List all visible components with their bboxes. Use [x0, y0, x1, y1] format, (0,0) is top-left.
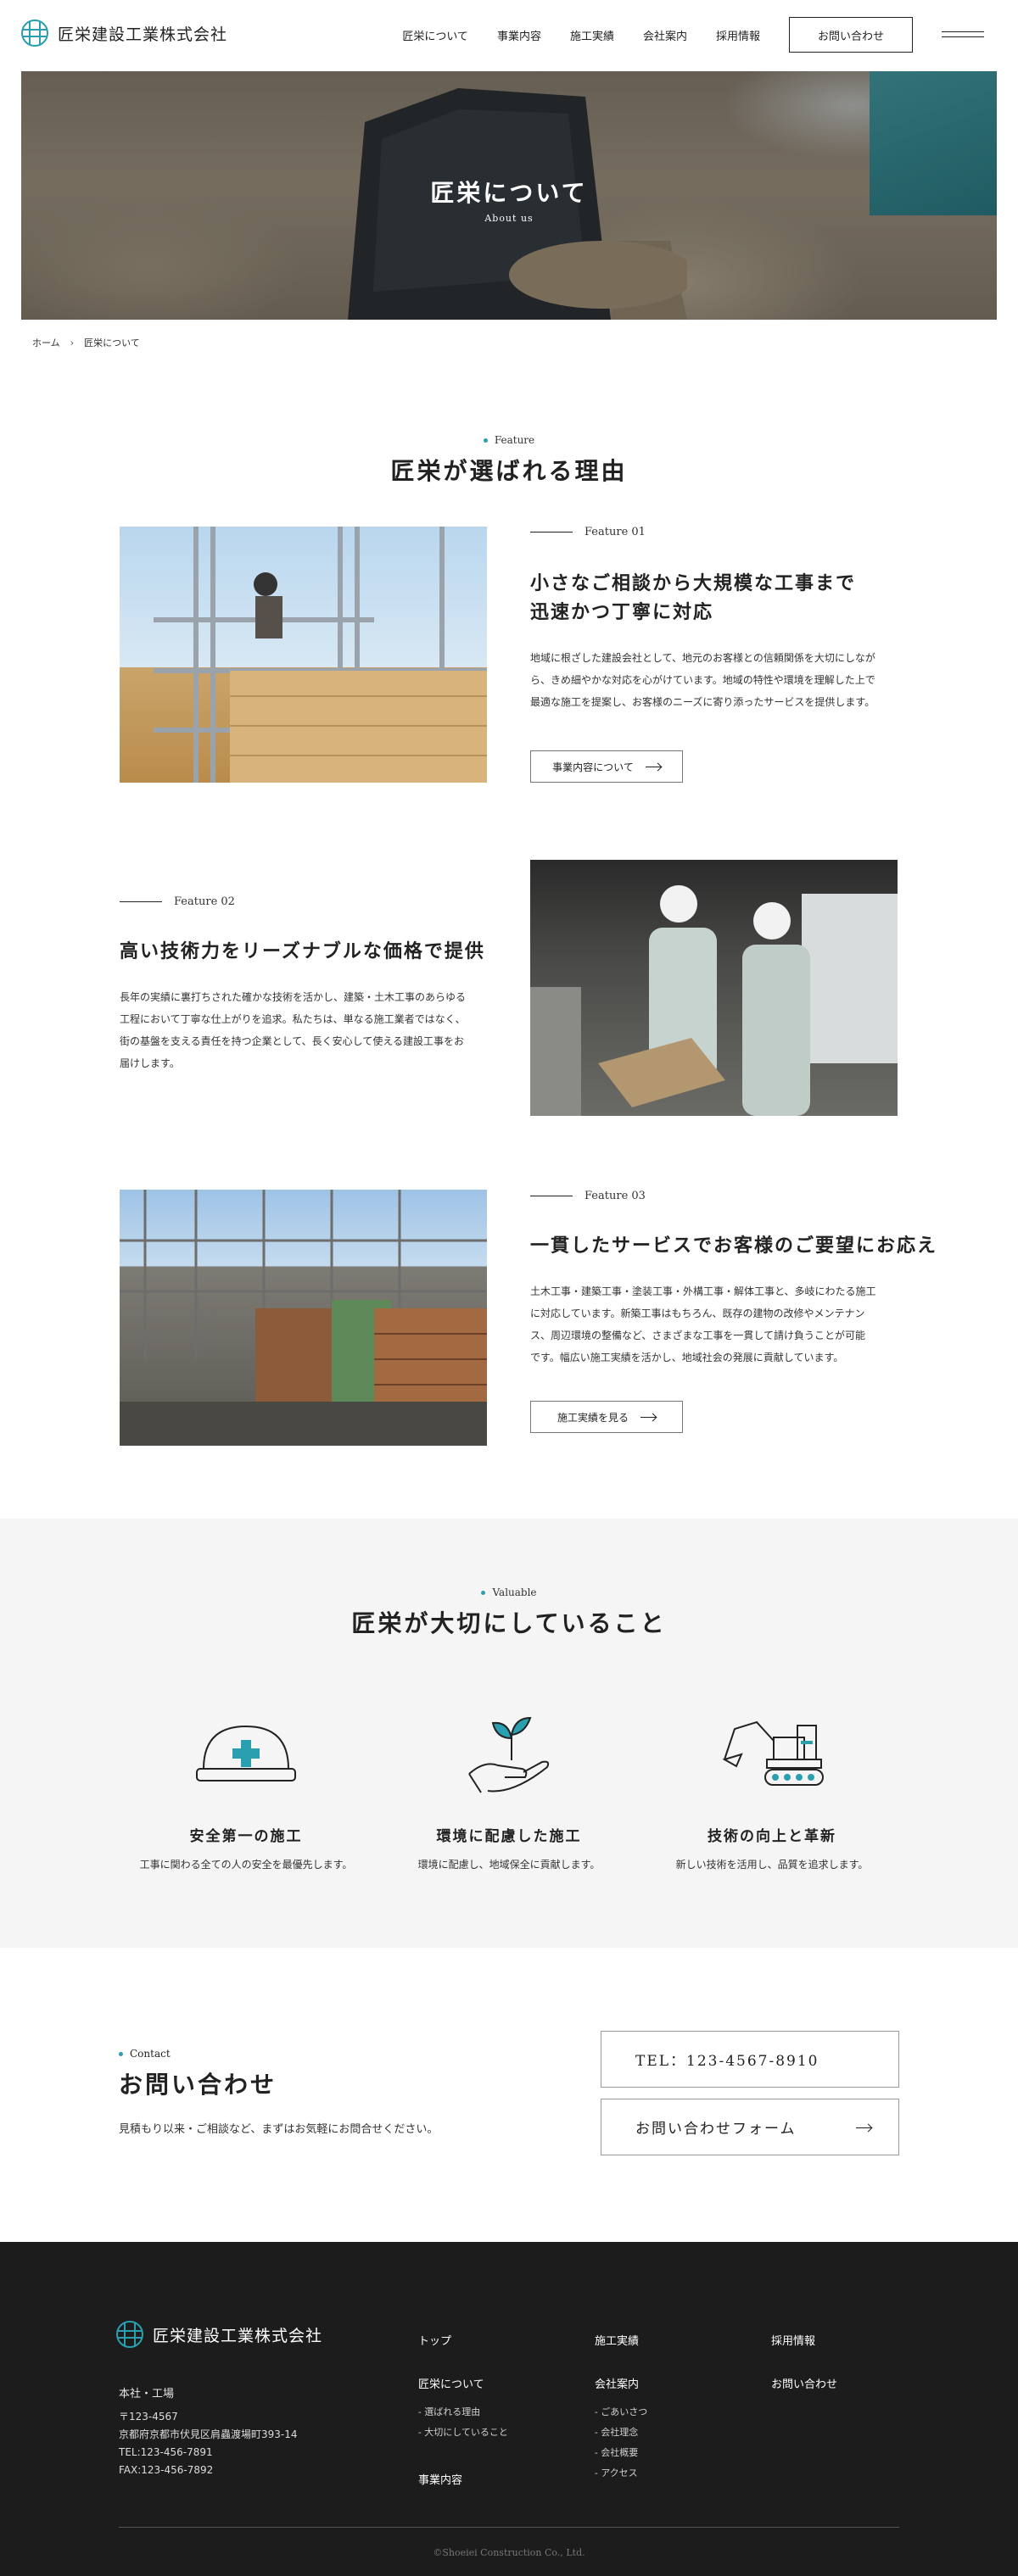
valuable-label: Valuable	[492, 1586, 537, 1598]
contact-form-button[interactable]: お問い合わせフォーム	[601, 2099, 899, 2155]
footer-link-works[interactable]: 施工実績	[595, 2332, 639, 2348]
nav-item-business[interactable]: 事業内容	[497, 27, 541, 43]
valuable-item-title: 技術の向上と革新	[708, 1828, 836, 1845]
valuable-item-desc: 環境に配慮し、地域保全に貢献します。	[417, 1859, 601, 1871]
footer-link-philosophy[interactable]: - 会社理念	[595, 2425, 638, 2439]
accent-dot	[119, 2051, 123, 2056]
excavator-icon	[722, 1720, 824, 1786]
company-name: 匠栄建設工業株式会社	[58, 25, 228, 44]
feature-02-text: Feature 02 高い技術力をリーズナブルな価格で提供 長年の実績に裏打ちさ…	[120, 895, 518, 1074]
page-title: 匠栄について	[430, 179, 588, 207]
hero-banner: 匠栄について About us	[21, 71, 997, 320]
valuable-section: Valuable 匠栄が大切にしていること 安全第一の施工 工事に関わる全ての人…	[0, 1519, 1018, 1948]
office-address-block: 〒123-4567 京都府京都市伏見区肩蟲渡場町393-14 TEL:123-4…	[119, 2411, 298, 2476]
main-nav: 匠栄について 事業内容 施工実績 会社案内 採用情報 お問い合わせ	[402, 17, 984, 53]
footer-link-greeting[interactable]: - ごあいさつ	[595, 2405, 647, 2418]
feature-01-image	[120, 527, 487, 783]
footer-link-values[interactable]: - 大切にしていること	[418, 2425, 508, 2439]
footer-link-about[interactable]: 匠栄について	[418, 2375, 484, 2391]
accent-dot	[481, 1590, 486, 1595]
footer-link-company[interactable]: 会社案内	[595, 2375, 639, 2391]
business-link-button[interactable]: 事業内容について	[530, 750, 683, 783]
logo-mark-icon	[116, 2321, 143, 2348]
arrow-right-icon	[856, 2127, 871, 2128]
valuable-item-environment: 環境に配慮した施工 環境に配慮し、地域保全に貢献します。	[386, 1707, 632, 1871]
phone-link[interactable]: TEL：123-4567-8910	[601, 2031, 899, 2088]
breadcrumb-separator: ›	[70, 337, 75, 348]
page-subtitle: About us	[484, 213, 534, 224]
valuable-item-desc: 新しい技術を活用し、品質を追求します。	[675, 1859, 869, 1871]
footer-link-reasons[interactable]: - 選ばれる理由	[418, 2405, 480, 2418]
breadcrumb-current: 匠栄について	[84, 337, 140, 348]
breadcrumb: ホーム › 匠栄について	[32, 336, 140, 349]
feature-01-title: 小さなご相談から大規模な工事まで 迅速かつ丁寧に対応	[530, 572, 857, 623]
page: 匠栄建設工業株式会社 匠栄について 事業内容 施工実績 会社案内 採用情報 お問…	[0, 0, 1018, 2576]
feature-03-title: 一貫したサービスでお客様のご要望にお応え	[530, 1235, 938, 1257]
works-link-button[interactable]: 施工実績を見る	[530, 1401, 683, 1433]
contact-label: Contact	[130, 2048, 171, 2060]
nav-item-company[interactable]: 会社案内	[643, 27, 687, 43]
valuable-title: 匠栄が大切にしていること	[351, 1609, 667, 1637]
footer-company-name: 匠栄建設工業株式会社	[153, 2326, 323, 2345]
valuable-item-safety: 安全第一の施工 工事に関わる全ての人の安全を最優先します。	[123, 1707, 369, 1871]
company-logo[interactable]: 匠栄建設工業株式会社	[20, 19, 227, 47]
footer-divider	[119, 2527, 899, 2528]
nav-item-works[interactable]: 施工実績	[570, 27, 614, 43]
footer-logo[interactable]: 匠栄建設工業株式会社	[115, 2320, 322, 2349]
footer-link-business[interactable]: 事業内容	[418, 2471, 462, 2487]
feature-03-body: 土木工事・建築工事・塗装工事・外構工事・解体工事と、多岐にわたる施工 に対応して…	[530, 1285, 876, 1363]
valuable-item-title: 安全第一の施工	[189, 1828, 303, 1845]
breadcrumb-home[interactable]: ホーム	[32, 336, 60, 349]
feature-03-text: Feature 03 一貫したサービスでお客様のご要望にお応え 土木工事・建築工…	[530, 1190, 954, 1433]
copyright: ©Shoeiei Construction Co., Ltd.	[433, 2547, 585, 2558]
footer-link-top[interactable]: トップ	[418, 2332, 451, 2348]
contact-section: Contact お問い合わせ 見積もり以来・ご相談など、まずはお気軽にお問合せく…	[0, 1948, 1018, 2242]
feature-01-text: Feature 01 小さなご相談から大規模な工事まで 迅速かつ丁寧に対応 地域…	[530, 526, 929, 783]
hamburger-menu-icon[interactable]	[942, 29, 984, 41]
contact-title: お問い合わせ	[119, 2071, 277, 2099]
feature-02-title: 高い技術力をリーズナブルな価格で提供	[120, 940, 485, 962]
accent-dot	[483, 438, 488, 443]
valuable-item-technology: 技術の向上と革新 新しい技術を活用し、品質を追求します。	[649, 1707, 895, 1871]
contact-description: 見積もり以来・ご相談など、まずはお気軽にお問合せください。	[119, 2123, 439, 2136]
feature-01-number: Feature 01	[585, 526, 646, 538]
footer-link-contact[interactable]: お問い合わせ	[771, 2375, 837, 2391]
feature-03-number: Feature 03	[585, 1190, 646, 1202]
footer-link-profile[interactable]: - 会社概要	[595, 2445, 638, 2459]
helmet-icon	[196, 1725, 296, 1781]
valuable-item-desc: 工事に関わる全ての人の安全を最優先します。	[139, 1859, 353, 1871]
feature-03-image	[120, 1190, 487, 1446]
feature-02-number: Feature 02	[174, 895, 235, 908]
nav-item-recruit[interactable]: 採用情報	[716, 27, 760, 43]
feature-heading: Feature 匠栄が選ばれる理由	[0, 434, 1018, 487]
site-header: 匠栄建設工業株式会社 匠栄について 事業内容 施工実績 会社案内 採用情報 お問…	[0, 0, 1018, 71]
valuable-item-title: 環境に配慮した施工	[436, 1828, 582, 1845]
feature-title: 匠栄が選ばれる理由	[390, 457, 628, 485]
footer-link-access[interactable]: - アクセス	[595, 2466, 638, 2479]
feature-label: Feature	[494, 434, 535, 446]
feature-02-body: 長年の実績に裏打ちされた確かな技術を活かし、建築・土木工事のあらゆる 工程におい…	[120, 991, 467, 1069]
office-title: 本社・工場	[119, 2388, 175, 2400]
header-contact-button[interactable]: お問い合わせ	[789, 17, 913, 53]
feature-02-image	[530, 860, 898, 1116]
footer-link-recruit[interactable]: 採用情報	[771, 2332, 815, 2348]
arrow-right-icon	[640, 1416, 656, 1418]
sprout-hand-icon	[468, 1716, 550, 1793]
nav-item-about[interactable]: 匠栄について	[402, 27, 468, 43]
site-footer: 匠栄建設工業株式会社 本社・工場 〒123-4567 京都府京都市伏見区肩蟲渡場…	[0, 2242, 1018, 2576]
logo-mark-icon	[21, 20, 48, 47]
feature-01-body: 地域に根ざした建設会社として、地元のお客様との信頼関係を大切にしなが ら、きめ細…	[530, 652, 875, 708]
